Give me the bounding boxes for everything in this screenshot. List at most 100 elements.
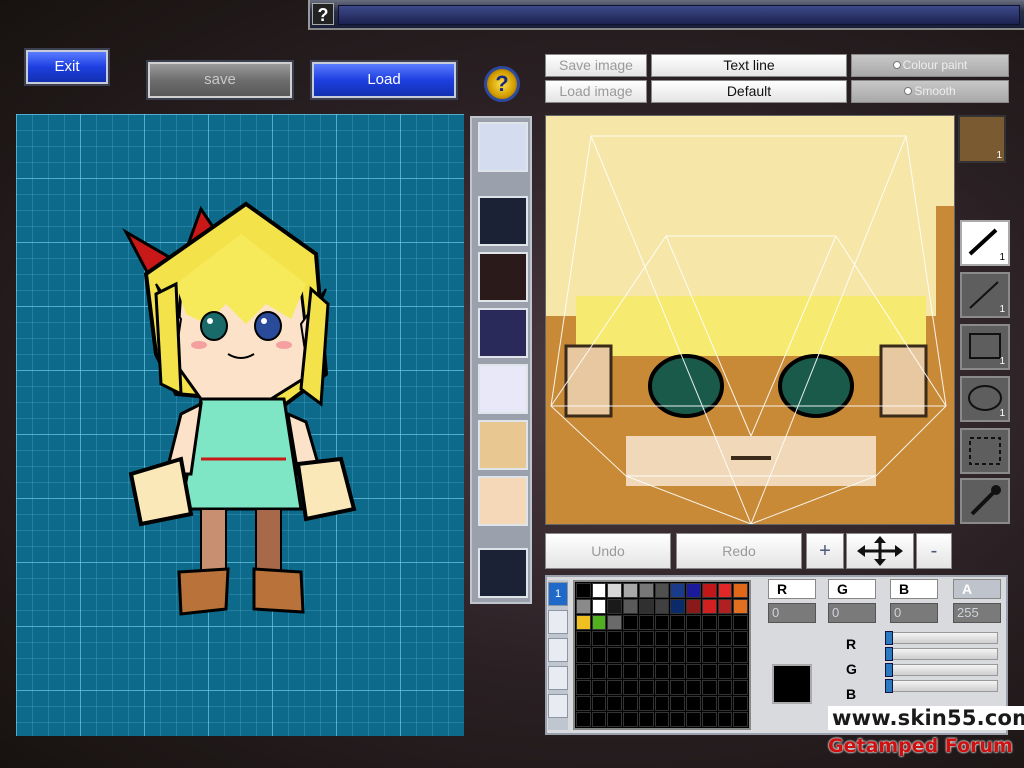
palette-cell[interactable] — [701, 711, 717, 727]
slider-4[interactable] — [885, 679, 998, 693]
palette-cell[interactable] — [591, 663, 607, 679]
palette-cell[interactable] — [576, 615, 591, 631]
part-head-slot[interactable] — [478, 122, 528, 172]
r-value-field[interactable]: 0 — [768, 603, 816, 623]
slider-1-knob[interactable] — [885, 631, 893, 645]
smooth-radio[interactable] — [904, 87, 913, 95]
palette-cell[interactable] — [638, 695, 654, 711]
palette-cell[interactable] — [717, 695, 733, 711]
zoom-out-button[interactable]: - — [916, 533, 952, 569]
palette-cell[interactable] — [576, 631, 591, 647]
part-face-slot[interactable] — [478, 364, 528, 414]
palette-cell[interactable] — [701, 599, 717, 615]
palette-cell[interactable] — [686, 583, 701, 599]
palette-cell[interactable] — [701, 583, 717, 599]
palette-cell[interactable] — [717, 711, 733, 727]
palette-tab-4[interactable] — [548, 666, 568, 690]
palette-cell[interactable] — [686, 599, 701, 615]
palette-cell[interactable] — [701, 695, 717, 711]
palette-cell[interactable] — [686, 679, 701, 695]
palette-grid[interactable] — [573, 580, 751, 730]
palette-cell[interactable] — [591, 599, 607, 615]
palette-cell[interactable] — [576, 647, 591, 663]
palette-cell[interactable] — [607, 615, 623, 631]
palette-tab-1[interactable]: 1 — [548, 582, 568, 606]
part-empty-slot-1[interactable] — [478, 196, 528, 246]
colour-paint-radio[interactable] — [892, 61, 901, 69]
palette-cell[interactable] — [591, 583, 607, 599]
palette-cell[interactable] — [733, 615, 748, 631]
palette-cell[interactable] — [638, 631, 654, 647]
ellipse-tool-icon[interactable]: 1 — [960, 376, 1010, 422]
move-icon[interactable] — [846, 533, 914, 569]
character-preview[interactable] — [16, 114, 464, 736]
palette-cell[interactable] — [701, 631, 717, 647]
palette-cell[interactable] — [717, 599, 733, 615]
palette-cell[interactable] — [654, 631, 670, 647]
redo-button[interactable]: Redo — [676, 533, 802, 569]
palette-cell[interactable] — [654, 583, 670, 599]
save-image-button[interactable]: Save image — [545, 54, 647, 77]
palette-cell[interactable] — [623, 631, 638, 647]
pen-tool-icon[interactable]: 1 — [960, 220, 1010, 266]
palette-cell[interactable] — [701, 663, 717, 679]
palette-cell[interactable] — [733, 663, 748, 679]
palette-cell[interactable] — [701, 647, 717, 663]
palette-cell[interactable] — [638, 647, 654, 663]
palette-cell[interactable] — [654, 711, 670, 727]
palette-cell[interactable] — [591, 679, 607, 695]
palette-cell[interactable] — [686, 615, 701, 631]
part-empty-slot-2[interactable] — [478, 548, 528, 598]
palette-cell[interactable] — [638, 663, 654, 679]
palette-cell[interactable] — [670, 695, 686, 711]
palette-cell[interactable] — [607, 711, 623, 727]
load-button[interactable]: Load — [312, 62, 456, 98]
palette-cell[interactable] — [654, 647, 670, 663]
palette-cell[interactable] — [591, 647, 607, 663]
palette-cell[interactable] — [670, 615, 686, 631]
palette-cell[interactable] — [623, 599, 638, 615]
part-arm-slot[interactable] — [478, 420, 528, 470]
palette-cell[interactable] — [623, 695, 638, 711]
palette-cell[interactable] — [654, 599, 670, 615]
palette-cell[interactable] — [638, 679, 654, 695]
palette-cell[interactable] — [670, 583, 686, 599]
palette-cell[interactable] — [623, 663, 638, 679]
palette-cell[interactable] — [733, 631, 748, 647]
palette-cell[interactable] — [576, 583, 591, 599]
palette-cell[interactable] — [623, 711, 638, 727]
eyedropper-tool-icon[interactable] — [960, 478, 1010, 524]
palette-tab-2[interactable] — [548, 610, 568, 634]
palette-cell[interactable] — [686, 663, 701, 679]
save-button[interactable]: save — [148, 62, 292, 98]
b-value-field[interactable]: 0 — [890, 603, 938, 623]
face-part-thumbnail[interactable]: 1 — [958, 115, 1006, 163]
palette-cell[interactable] — [591, 695, 607, 711]
exit-button[interactable]: Exit — [26, 50, 108, 84]
palette-cell[interactable] — [638, 711, 654, 727]
palette-cell[interactable] — [717, 663, 733, 679]
palette-tab-5[interactable] — [548, 694, 568, 718]
slider-4-knob[interactable] — [885, 679, 893, 693]
palette-cell[interactable] — [638, 583, 654, 599]
palette-cell[interactable] — [717, 583, 733, 599]
palette-cell[interactable] — [733, 695, 748, 711]
palette-cell[interactable] — [701, 679, 717, 695]
slider-3[interactable] — [885, 663, 998, 677]
palette-cell[interactable] — [733, 583, 748, 599]
select-tool-icon[interactable] — [960, 428, 1010, 474]
palette-cell[interactable] — [607, 679, 623, 695]
palette-cell[interactable] — [686, 711, 701, 727]
palette-cell[interactable] — [717, 631, 733, 647]
palette-cell[interactable] — [654, 663, 670, 679]
palette-cell[interactable] — [591, 631, 607, 647]
palette-cell[interactable] — [717, 647, 733, 663]
help-icon[interactable]: ? — [484, 66, 520, 102]
g-value-field[interactable]: 0 — [828, 603, 876, 623]
texture-canvas[interactable] — [545, 115, 955, 525]
palette-cell[interactable] — [670, 663, 686, 679]
palette-cell[interactable] — [576, 711, 591, 727]
part-body-slot[interactable] — [478, 308, 528, 358]
palette-cell[interactable] — [670, 711, 686, 727]
slider-2[interactable] — [885, 647, 998, 661]
